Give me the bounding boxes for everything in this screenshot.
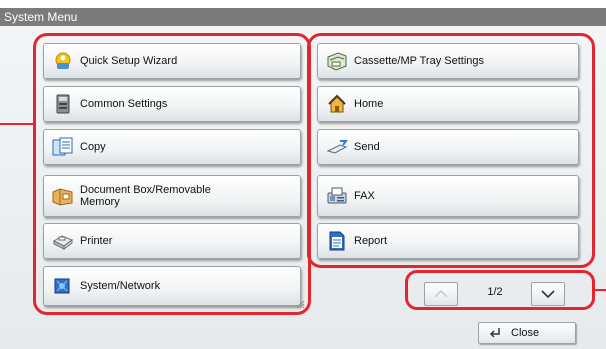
home-label: Home [354,98,384,110]
report-button[interactable]: Report [317,223,579,259]
left-callout-line [0,123,35,125]
close-button[interactable]: Close [478,322,576,344]
printer-icon [52,231,74,251]
copy-button[interactable]: Copy [43,129,301,165]
network-icon [52,276,74,296]
enter-arrow-icon [489,328,500,338]
fax-button[interactable]: FAX [317,175,579,217]
quick-setup-wizard-label: Quick Setup Wizard [80,55,178,67]
document-box-icon [52,186,74,206]
report-icon [326,231,348,251]
printer-label: Printer [80,235,113,247]
copy-icon [52,137,74,157]
chevron-up-icon [434,289,448,298]
cassette-mp-tray-settings-label: Cassette/MP Tray Settings [354,55,485,67]
copy-label: Copy [80,141,106,153]
chevron-down-icon [541,290,555,299]
send-label: Send [354,141,380,153]
page-down-button[interactable] [531,282,565,306]
common-settings-button[interactable]: Common Settings [43,86,301,122]
cassette-mp-tray-settings-button[interactable]: Cassette/MP Tray Settings [317,43,579,79]
window-title: System Menu [4,10,78,24]
report-label: Report [354,235,388,247]
send-button[interactable]: Send [317,129,579,165]
send-icon [326,137,348,157]
page-up-button[interactable] [424,282,458,306]
document-box-removable-memory-button[interactable]: Document Box/Removable Memory [43,175,301,217]
wizard-icon [52,51,74,71]
system-network-label: System/Network [80,280,161,292]
system-network-button[interactable]: System/Network [43,266,301,306]
page-indicator: 1/2 [487,286,503,298]
resize-grip-icon [296,300,305,309]
window-title-bar: System Menu [0,8,606,26]
document-box-removable-memory-label: Document Box/Removable Memory [80,184,211,208]
fax-icon [326,186,348,206]
common-settings-label: Common Settings [80,98,168,110]
home-button[interactable]: Home [317,86,579,122]
printer-button[interactable]: Printer [43,223,301,259]
quick-setup-wizard-button[interactable]: Quick Setup Wizard [43,43,301,79]
settings-device-icon [52,94,74,114]
home-icon [326,94,348,114]
tray-icon [326,51,348,71]
fax-label: FAX [354,190,375,202]
close-label: Close [511,327,540,339]
